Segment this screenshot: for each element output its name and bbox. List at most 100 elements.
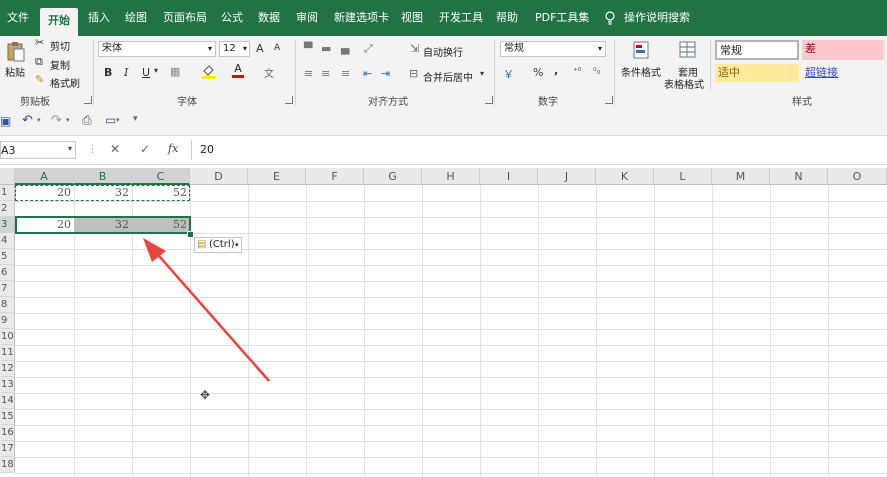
font-size-select[interactable]: 12 ▾ [219,41,250,57]
copy-icon[interactable]: ⧉ [35,55,43,69]
chevron-down-icon[interactable]: ▾ [66,116,70,124]
row-header-14[interactable]: 14 [0,393,15,409]
merge-center-button[interactable]: 合并后居中 [423,69,473,84]
comma-button[interactable]: , [554,64,558,77]
italic-button[interactable]: I [124,66,128,79]
orientation-icon[interactable]: ⤢ [364,42,373,56]
conditional-format-icon[interactable] [632,40,652,63]
col-header-f[interactable]: F [306,168,364,185]
bold-button[interactable]: B [104,66,112,79]
decrease-decimal-icon[interactable]: ⁰₀ [593,67,600,77]
name-box[interactable]: A3 ▾ [0,141,76,159]
menu-data[interactable]: 数据 [258,0,280,36]
customize-qat-icon[interactable]: ▾ [133,114,138,124]
increase-indent-icon[interactable]: ⇥ [381,67,390,80]
chevron-down-icon[interactable]: ▾ [37,116,41,124]
row-header-18[interactable]: 18 [0,457,15,473]
cell-c1[interactable]: 52 [132,185,190,201]
menu-insert[interactable]: 插入 [88,0,110,36]
formula-input[interactable]: 20 [200,143,214,156]
menu-home[interactable]: 开始 [40,8,78,36]
print-preview-icon[interactable]: ⎙ [82,113,92,128]
grow-font-icon[interactable]: A [256,42,264,55]
col-header-a[interactable]: A [15,168,74,185]
worksheet-grid[interactable]: A B C D E F G H I J K L M N O 1 2 3 4 5 … [0,168,887,477]
format-as-table-label-2[interactable]: 表格格式 [664,76,704,91]
font-color-icon[interactable]: A [232,63,244,78]
menu-new-tab[interactable]: 新建选项卡 [334,0,389,36]
row-header-15[interactable]: 15 [0,409,15,425]
row-header-12[interactable]: 12 [0,361,15,377]
cell-a3[interactable]: 20 [15,217,74,233]
col-header-l[interactable]: L [654,168,712,185]
percent-button[interactable]: % [533,66,543,79]
fill-color-icon[interactable] [201,63,217,82]
phonetic-icon[interactable]: 文 [264,65,274,80]
insert-function-button[interactable]: fx [168,142,178,155]
number-format-select[interactable]: 常规 ▾ [500,41,606,57]
undo-icon[interactable]: ↶ [22,113,33,128]
drag-handle-icon[interactable]: ⋮ [87,142,98,155]
row-header-3[interactable]: 3 [0,217,15,233]
underline-button[interactable]: U [142,66,150,79]
merge-center-icon[interactable]: ⊟ [409,67,418,80]
row-header-7[interactable]: 7 [0,281,15,297]
menu-page-layout[interactable]: 页面布局 [163,0,207,36]
chevron-down-icon[interactable]: ▾ [480,69,484,78]
screen-icon[interactable]: ▭ [105,113,116,127]
paste-button[interactable]: 粘贴 [5,64,25,79]
col-header-e[interactable]: E [248,168,306,185]
menu-help[interactable]: 帮助 [496,0,518,36]
menu-review[interactable]: 审阅 [296,0,318,36]
row-header-4[interactable]: 4 [0,233,15,249]
row-header-11[interactable]: 11 [0,345,15,361]
cell-b1[interactable]: 32 [74,185,132,201]
decrease-indent-icon[interactable]: ⇤ [363,67,372,80]
style-bad[interactable]: 差 [802,40,884,60]
row-header-5[interactable]: 5 [0,249,15,265]
copy-button[interactable]: 复制 [50,57,70,72]
col-header-b[interactable]: B [74,168,132,185]
clipboard-launcher-icon[interactable] [84,96,92,104]
align-left-icon[interactable]: ≡ [304,67,313,80]
col-header-k[interactable]: K [596,168,654,185]
menu-draw[interactable]: 绘图 [125,0,147,36]
style-normal[interactable]: 常规 [715,40,799,60]
row-header-2[interactable]: 2 [0,201,15,217]
row-header-13[interactable]: 13 [0,377,15,393]
border-icon[interactable]: ▦ [170,65,180,78]
menu-developer[interactable]: 开发工具 [439,0,483,36]
cell-a1[interactable]: 20 [15,185,74,201]
row-header-6[interactable]: 6 [0,265,15,281]
menu-formulas[interactable]: 公式 [221,0,243,36]
redo-icon[interactable]: ↷ [51,113,62,128]
increase-decimal-icon[interactable]: ⁺⁰ [573,67,581,77]
chevron-down-icon[interactable]: ▾ [154,66,158,75]
enter-icon[interactable]: ✓ [140,142,150,156]
tell-me-search[interactable]: 操作说明搜索 [624,0,690,36]
currency-icon[interactable]: ￥ [503,66,514,82]
alignment-launcher-icon[interactable] [485,96,493,104]
align-right-icon[interactable]: ≡ [341,67,350,80]
style-hyperlink[interactable]: 超链接 [802,64,884,82]
format-painter-icon[interactable]: ✎ [35,73,44,86]
col-header-j[interactable]: J [538,168,596,185]
align-middle-icon[interactable]: ▬ [321,42,331,55]
col-header-n[interactable]: N [770,168,828,185]
conditional-format-button[interactable]: 条件格式 [621,64,661,79]
shrink-font-icon[interactable]: A [274,43,280,53]
select-all-corner[interactable] [0,168,15,185]
font-name-select[interactable]: 宋体 ▾ [98,41,216,57]
align-top-icon[interactable]: ▀ [304,42,312,55]
col-header-h[interactable]: H [422,168,480,185]
align-bottom-icon[interactable]: ▄ [341,42,349,55]
cancel-icon[interactable]: ✕ [110,142,120,156]
cell-b3[interactable]: 32 [74,217,132,233]
cut-icon[interactable]: ✂ [35,36,44,49]
menu-pdf-tools[interactable]: PDF工具集 [535,0,589,36]
col-header-g[interactable]: G [364,168,422,185]
menu-view[interactable]: 视图 [401,0,423,36]
paste-icon[interactable] [5,40,27,62]
font-launcher-icon[interactable] [285,96,293,104]
align-center-icon[interactable]: ≡ [321,67,330,80]
